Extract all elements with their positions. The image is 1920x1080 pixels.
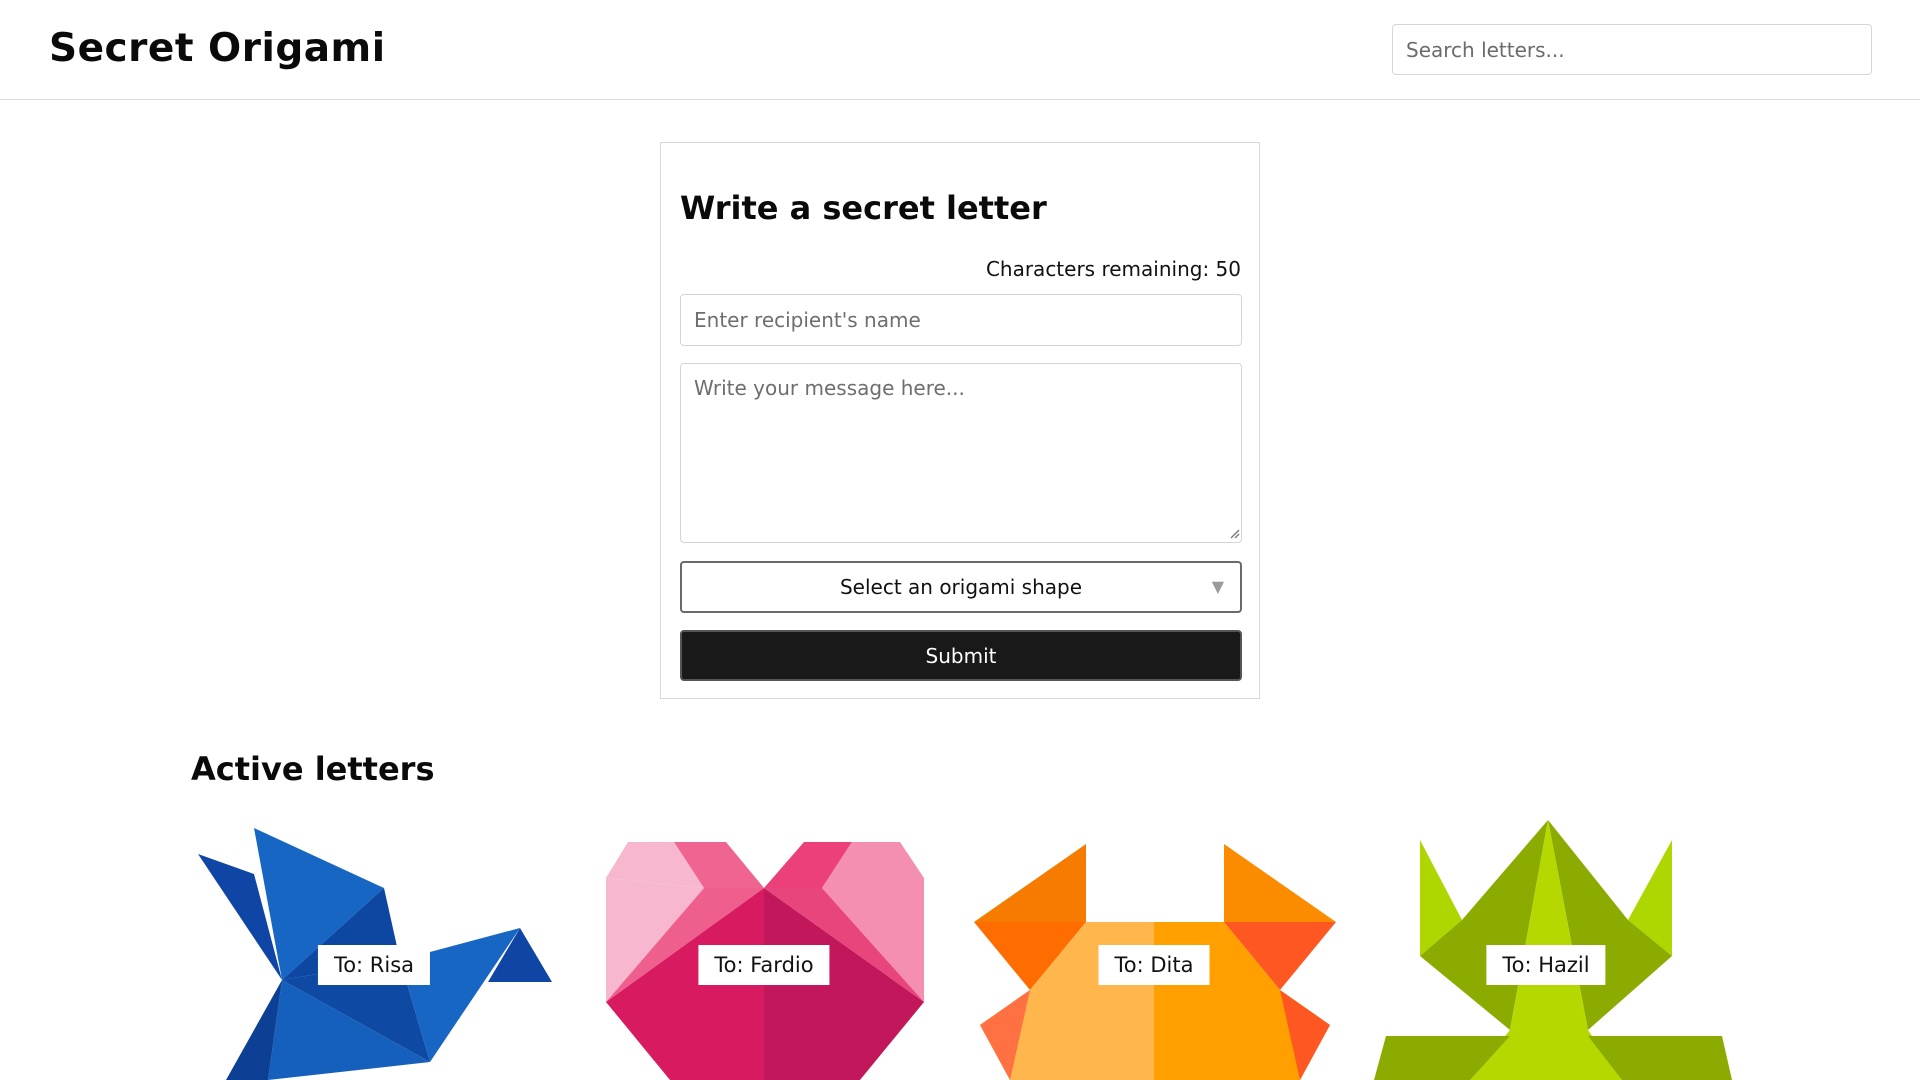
letter-card-frog[interactable]: To: Hazil: [1370, 810, 1750, 1080]
resize-grip-icon[interactable]: [1228, 527, 1240, 539]
letter-label: To: Dita: [1098, 945, 1210, 985]
submit-button[interactable]: Submit: [680, 630, 1242, 681]
form-title: Write a secret letter: [680, 189, 1047, 227]
letter-card-heart[interactable]: To: Fardio: [590, 810, 970, 1080]
select-value: Select an origami shape: [839, 575, 1083, 599]
top-bar: Secret Origami: [0, 0, 1920, 100]
origami-shape-select[interactable]: Select an origami shape ▼: [680, 561, 1242, 613]
letter-label: To: Hazil: [1486, 945, 1606, 985]
recipient-input[interactable]: [680, 294, 1242, 346]
letter-label: To: Fardio: [698, 945, 830, 985]
letter-label: To: Risa: [317, 945, 431, 985]
active-letters-title: Active letters: [191, 750, 435, 788]
letter-form-card: Write a secret letter Characters remaini…: [660, 142, 1260, 699]
dropdown-arrow-icon: ▼: [1211, 577, 1224, 596]
letter-card-crab[interactable]: To: Dita: [970, 810, 1350, 1080]
characters-remaining: Characters remaining: 50: [985, 257, 1241, 281]
letter-card-bird[interactable]: To: Risa: [190, 810, 570, 1080]
search-input[interactable]: [1392, 24, 1872, 75]
app-logo[interactable]: Secret Origami: [49, 26, 386, 71]
message-textarea[interactable]: [680, 363, 1242, 543]
